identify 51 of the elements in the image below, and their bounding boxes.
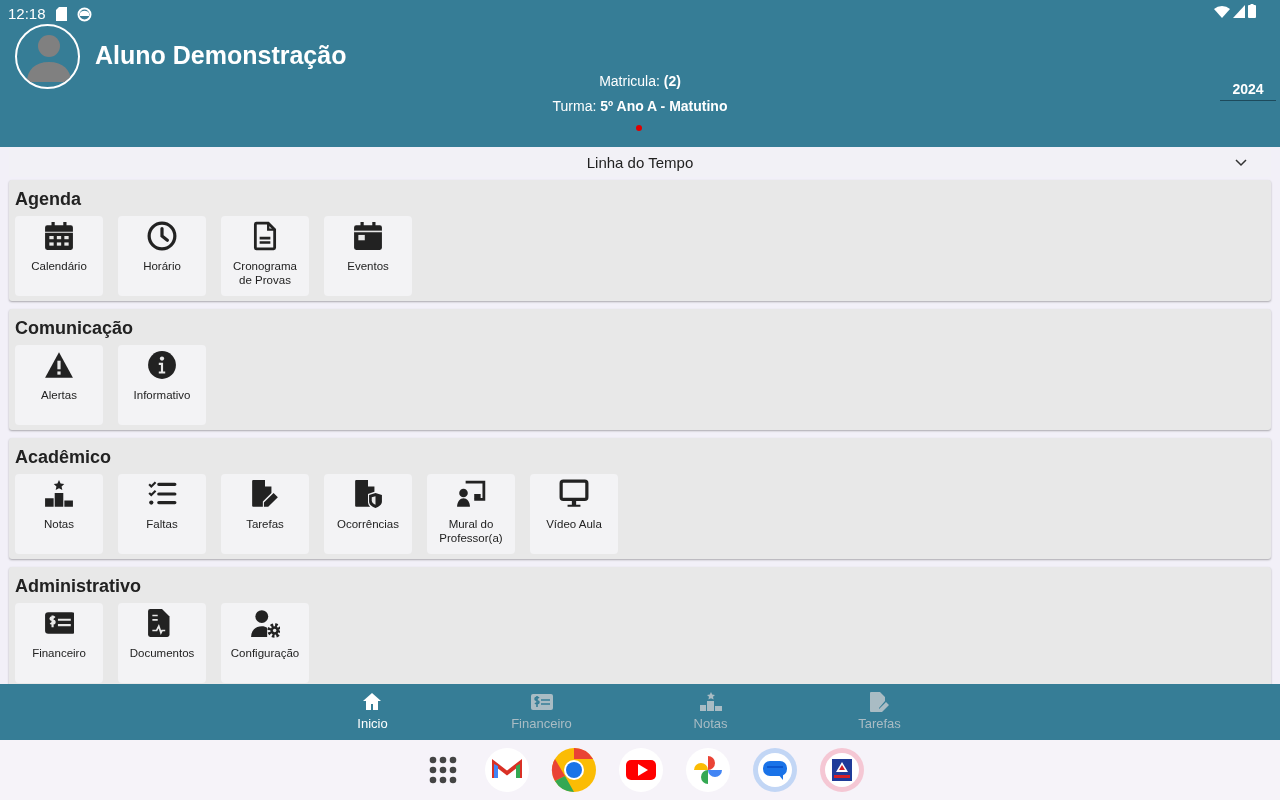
menu-tile[interactable]: Tarefas	[221, 474, 309, 554]
teacher-board-icon	[456, 479, 486, 509]
info-icon	[147, 350, 177, 380]
battery-icon	[1248, 4, 1256, 18]
menu-tile[interactable]: Faltas	[118, 474, 206, 554]
podium-star-icon	[699, 692, 722, 712]
section-title: Agenda	[15, 188, 81, 210]
section-title: Acadêmico	[15, 446, 112, 468]
app-grid-icon	[429, 756, 457, 784]
menu-tile[interactable]: Cronograma de Provas	[221, 216, 309, 296]
menu-tile[interactable]: Ocorrências	[324, 474, 412, 554]
student-name: Aluno Demonstração	[95, 40, 347, 71]
clock-icon	[147, 221, 177, 251]
user-gear-icon	[250, 608, 280, 638]
podium-star-icon	[44, 479, 74, 509]
avatar	[15, 24, 80, 89]
play-app-icon	[618, 747, 664, 793]
menu-tile[interactable]: Financeiro	[15, 603, 103, 683]
wifi-icon	[1214, 4, 1230, 18]
nav-tab[interactable]: Inicio	[320, 684, 425, 740]
section-title: Comunicação	[15, 317, 134, 339]
menu-tile[interactable]: Eventos	[324, 216, 412, 296]
monitor-icon	[559, 479, 589, 509]
document-pen-icon	[250, 479, 280, 509]
document-shield-icon	[353, 479, 383, 509]
section-title: Administrativo	[15, 575, 142, 597]
chat-app-icon	[752, 747, 798, 793]
enrollment-text: Matricula: (2)	[599, 73, 681, 89]
sd-card-icon	[55, 7, 67, 22]
browser-app-icon	[551, 747, 597, 793]
pinwheel-app-icon	[685, 747, 731, 793]
menu-tile[interactable]: Documentos	[118, 603, 206, 683]
menu-tile[interactable]: Alertas	[15, 345, 103, 425]
document-pen-icon	[868, 692, 891, 712]
menu-tile[interactable]: Notas	[15, 474, 103, 554]
year-selector[interactable]: 2024	[1220, 79, 1276, 101]
menu-tile[interactable]: Configuração	[221, 603, 309, 683]
calendar-icon	[44, 221, 74, 251]
signal-icon	[1233, 4, 1245, 18]
menu-tile[interactable]: Vídeo Aula	[530, 474, 618, 554]
status-time: 12:18	[8, 4, 46, 24]
warning-icon	[44, 350, 74, 380]
school-app-icon	[819, 747, 865, 793]
dollar-card-icon	[530, 692, 553, 712]
class-text: Turma: 5º Ano A - Matutino	[552, 98, 728, 114]
envelope-app-icon	[484, 747, 530, 793]
menu-tile[interactable]: Calendário	[15, 216, 103, 296]
menu-tile[interactable]: Informativo	[118, 345, 206, 425]
menu-tile[interactable]: Mural do Professor(a)	[427, 474, 515, 554]
calendar-icon	[353, 221, 383, 251]
menu-tile[interactable]: Horário	[118, 216, 206, 296]
